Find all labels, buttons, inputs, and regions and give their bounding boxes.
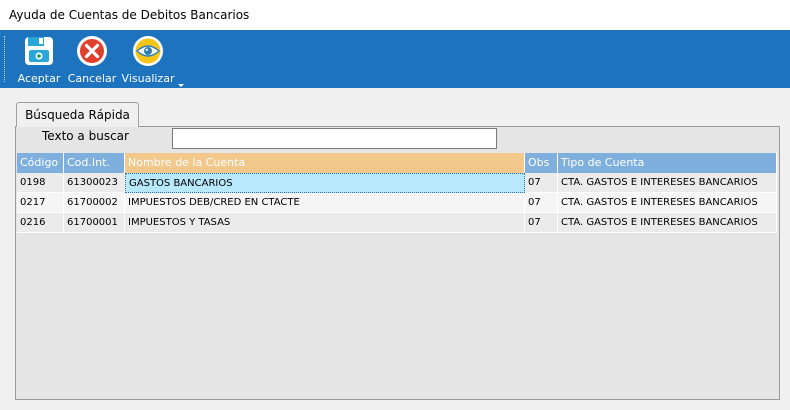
- cancelar-button[interactable]: Cancelar: [67, 32, 117, 86]
- column-header-obs[interactable]: Obs: [525, 153, 558, 173]
- visualizar-dropdown-arrow-icon[interactable]: [178, 84, 184, 87]
- cell-codigo[interactable]: 0216: [17, 213, 64, 233]
- column-header-cod-int[interactable]: Cod.Int.: [64, 153, 125, 173]
- cell-cod-int[interactable]: 61700002: [64, 193, 125, 213]
- cell-nombre[interactable]: IMPUESTOS Y TASAS: [125, 213, 525, 233]
- cancelar-label: Cancelar: [67, 72, 117, 85]
- accounts-grid: Código Cod.Int. Nombre de la Cuenta Obs …: [17, 153, 777, 233]
- aceptar-button[interactable]: Aceptar: [16, 32, 62, 86]
- cell-codigo[interactable]: 0217: [17, 193, 64, 213]
- cell-tipo[interactable]: CTA. GASTOS E INTERESES BANCARIOS: [558, 193, 777, 213]
- table-row[interactable]: 0217 61700002 IMPUESTOS DEB/CRED EN CTAC…: [17, 193, 777, 213]
- visualizar-button[interactable]: Visualizar: [121, 32, 175, 86]
- cell-nombre[interactable]: IMPUESTOS DEB/CRED EN CTACTE: [125, 193, 525, 213]
- search-label: Texto a buscar: [42, 129, 129, 143]
- window-title: Ayuda de Cuentas de Debitos Bancarios: [0, 0, 790, 30]
- visualizar-label: Visualizar: [121, 72, 175, 85]
- table-row[interactable]: 0198 61300023 GASTOS BANCARIOS 07 CTA. G…: [17, 173, 777, 193]
- save-disk-icon: [25, 37, 53, 65]
- column-header-tipo[interactable]: Tipo de Cuenta: [558, 153, 777, 173]
- tab-busqueda-rapida[interactable]: Búsqueda Rápida: [16, 102, 139, 127]
- cell-codigo[interactable]: 0198: [17, 173, 64, 193]
- cell-cod-int[interactable]: 61300023: [64, 173, 125, 193]
- toolbar: Aceptar Cancelar Visualizar: [0, 30, 790, 88]
- cell-obs[interactable]: 07: [525, 193, 558, 213]
- view-eye-icon: [133, 36, 163, 66]
- cancel-circle-icon: [77, 36, 107, 66]
- grid-header: Código Cod.Int. Nombre de la Cuenta Obs …: [17, 153, 777, 173]
- column-header-nombre[interactable]: Nombre de la Cuenta: [125, 153, 525, 173]
- cell-tipo[interactable]: CTA. GASTOS E INTERESES BANCARIOS: [558, 173, 777, 193]
- cell-cod-int[interactable]: 61700001: [64, 213, 125, 233]
- cell-nombre[interactable]: GASTOS BANCARIOS: [125, 173, 525, 193]
- search-input[interactable]: [172, 128, 497, 149]
- cell-obs[interactable]: 07: [525, 173, 558, 193]
- cell-tipo[interactable]: CTA. GASTOS E INTERESES BANCARIOS: [558, 213, 777, 233]
- cell-obs[interactable]: 07: [525, 213, 558, 233]
- toolbar-grip[interactable]: [4, 36, 7, 82]
- aceptar-label: Aceptar: [17, 72, 61, 85]
- column-header-codigo[interactable]: Código: [17, 153, 64, 173]
- table-row[interactable]: 0216 61700001 IMPUESTOS Y TASAS 07 CTA. …: [17, 213, 777, 233]
